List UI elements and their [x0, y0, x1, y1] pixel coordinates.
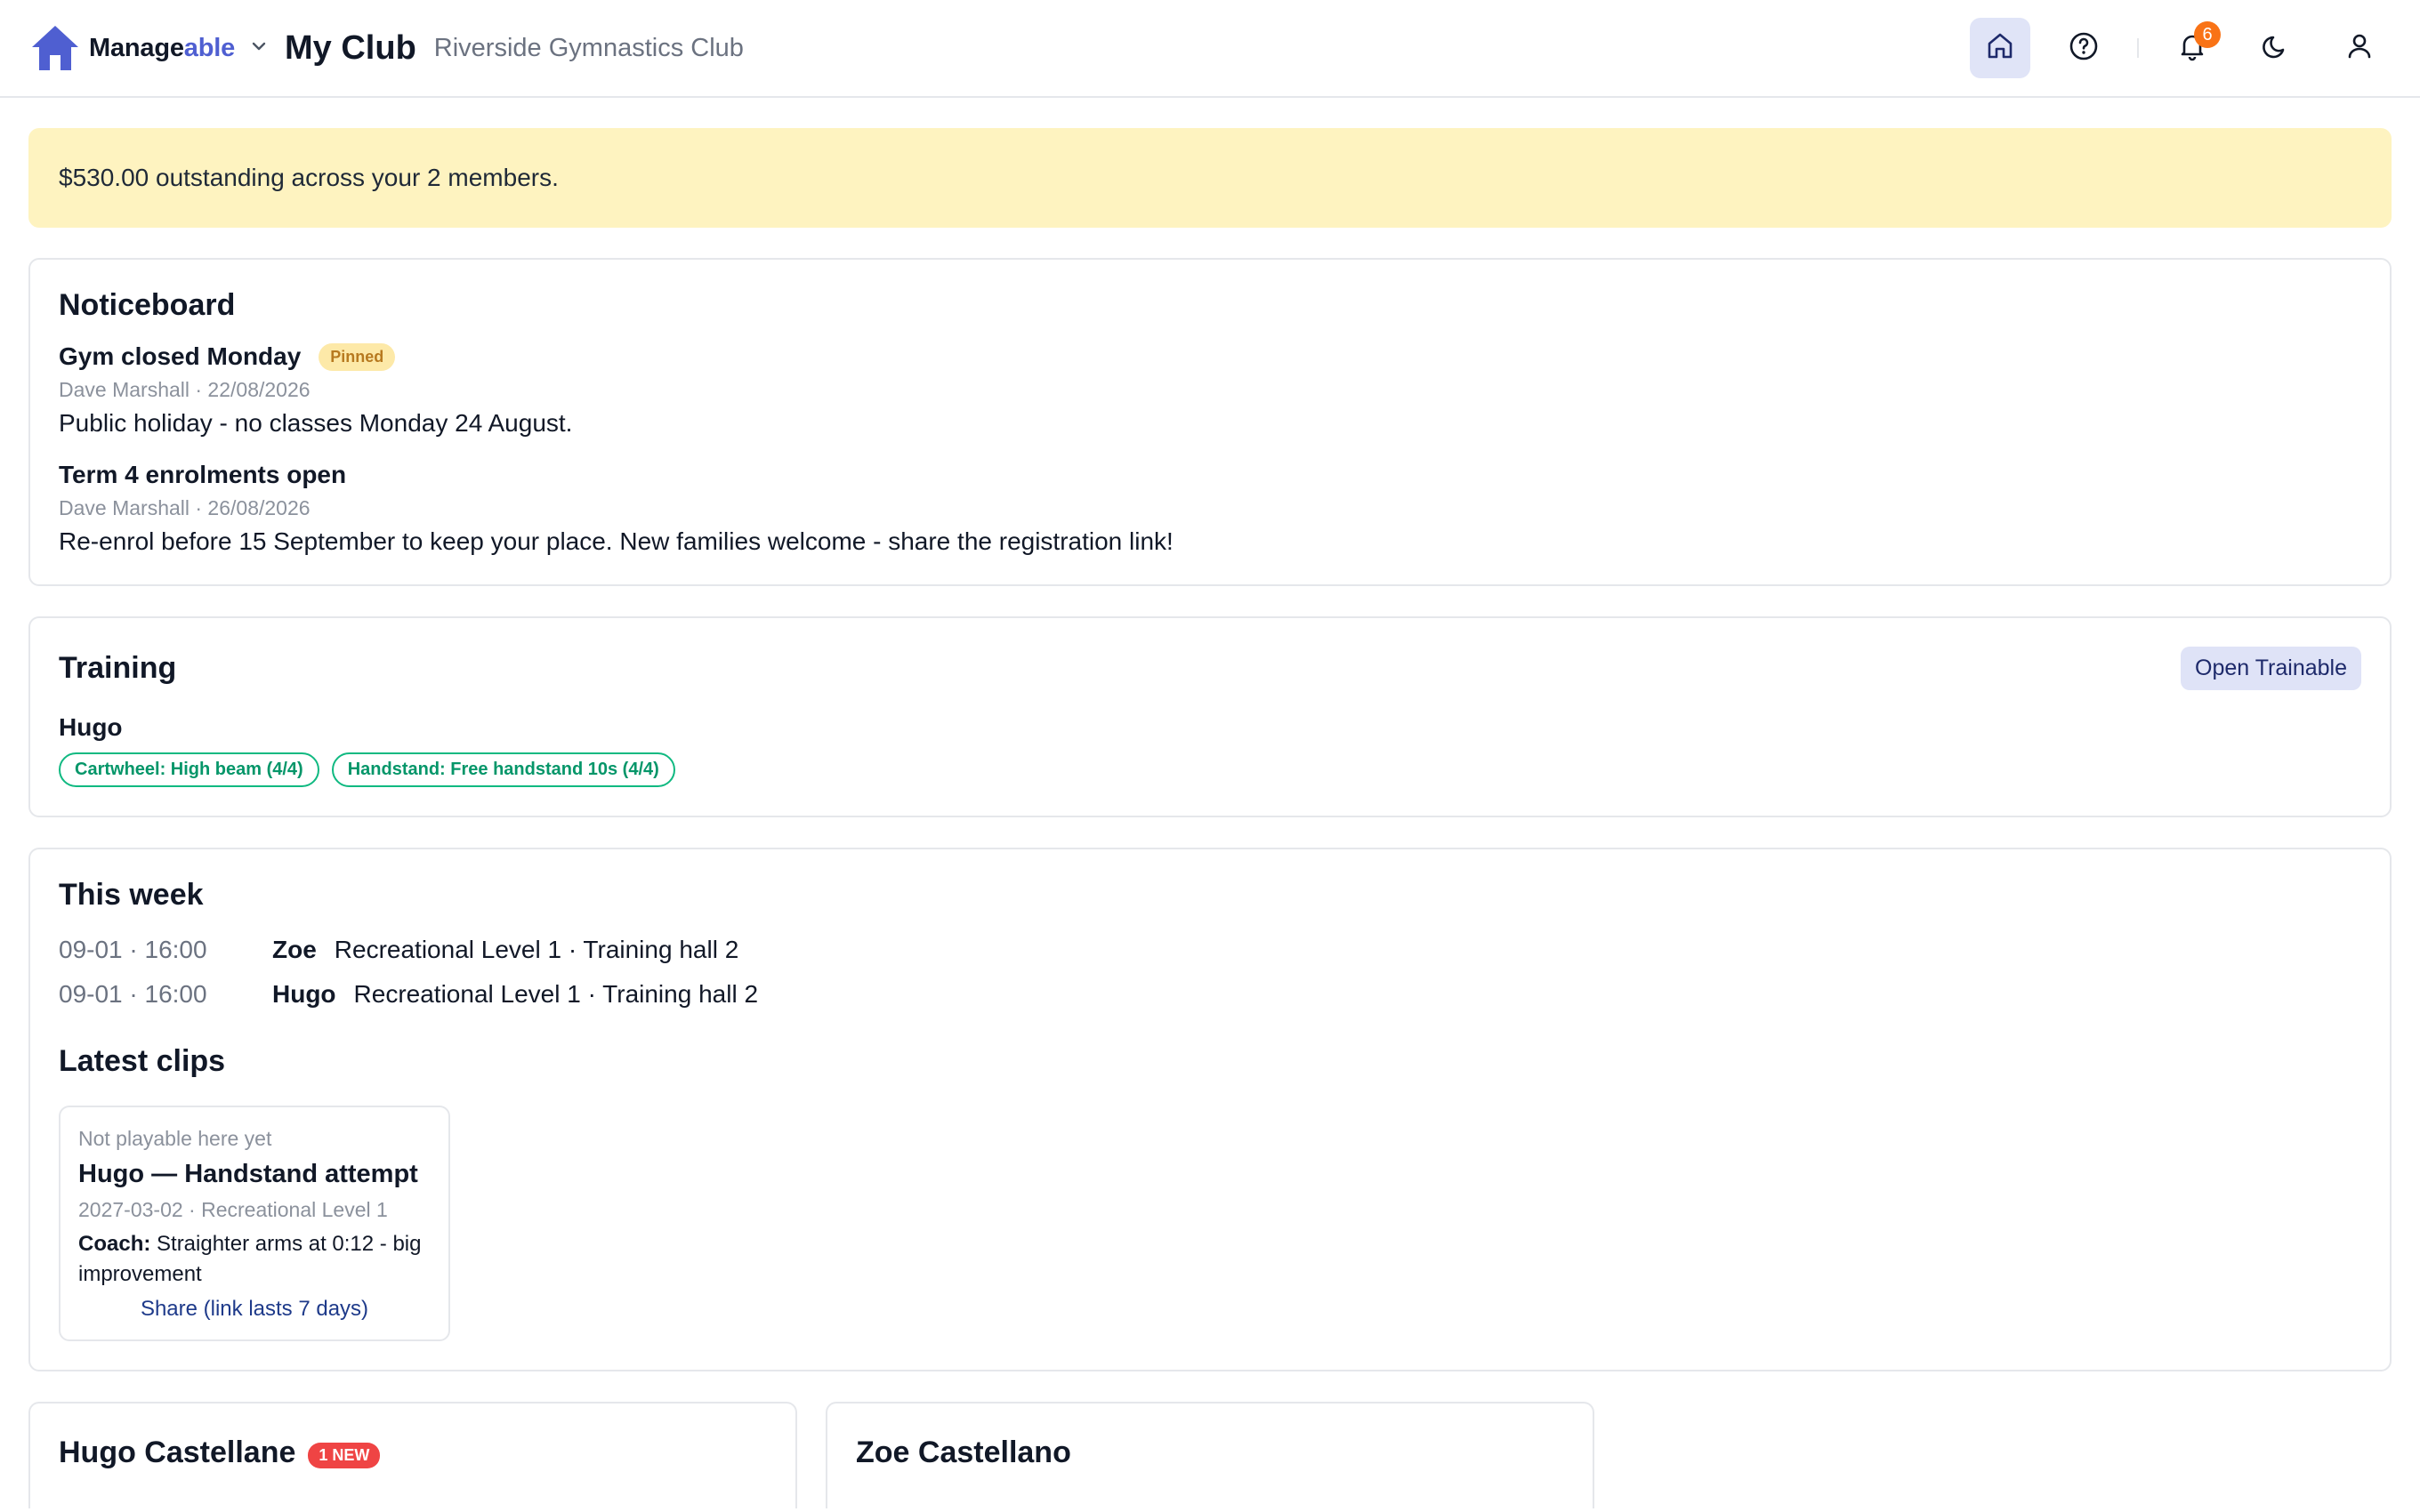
notice-item: Term 4 enrolments open Dave Marshall · 2… [59, 461, 2361, 556]
latest-clips-title: Latest clips [59, 1044, 226, 1078]
brand-name: Manageable [89, 34, 235, 63]
brand-name-suffix: able [183, 33, 236, 62]
session-description: Recreational Level 1 · Training hall 2 [353, 980, 759, 1008]
notification-count-badge: 6 [2194, 21, 2221, 48]
skill-tags: Cartwheel: High beam (4/4) Handstand: Fr… [59, 752, 2361, 787]
this-week-card: This week 09-01 · 16:00 Zoe Recreational… [28, 848, 2392, 1371]
session-row: 09-01 · 16:00 Zoe Recreational Level 1 ·… [59, 936, 2361, 964]
clip-card: Not playable here yet Hugo — Handstand a… [59, 1106, 450, 1341]
coach-label: Coach: [78, 1232, 151, 1256]
account-button[interactable] [2329, 18, 2390, 78]
home-button[interactable] [1970, 18, 2030, 78]
session-list: 09-01 · 16:00 Zoe Recreational Level 1 ·… [59, 936, 2361, 1009]
clip-coach-note: Coach: Straighter arms at 0:12 - big imp… [78, 1229, 431, 1290]
trainee-name: Hugo [59, 713, 123, 741]
chevron-down-icon [249, 36, 269, 60]
home-icon [1984, 30, 2016, 67]
skill-tag: Handstand: Free handstand 10s (4/4) [331, 752, 675, 787]
noticeboard-title: Noticeboard [59, 288, 236, 322]
top-bar: Manageable My Club Riverside Gymnastics … [0, 0, 2420, 98]
training-title: Training [59, 651, 177, 685]
session-time: 09-01 · 16:00 [59, 936, 207, 963]
moon-icon [2260, 30, 2292, 67]
member-name: Zoe Castellano [856, 1436, 1071, 1469]
open-trainable-button[interactable]: Open Trainable [2181, 647, 2361, 690]
session-description: Recreational Level 1 · Training hall 2 [334, 936, 739, 963]
session-row: 09-01 · 16:00 Hugo Recreational Level 1 … [59, 980, 2361, 1009]
skill-tag: Cartwheel: High beam (4/4) [59, 752, 319, 787]
training-card: Training Open Trainable Hugo Cartwheel: … [28, 616, 2392, 817]
brand-name-prefix: Manage [89, 33, 184, 62]
help-icon [2068, 30, 2100, 67]
outstanding-balance-alert: $530.00 outstanding across your 2 member… [28, 128, 2392, 228]
alert-text: $530.00 outstanding across your 2 member… [59, 164, 559, 191]
notice-meta: Dave Marshall · 26/08/2026 [59, 496, 311, 519]
member-card[interactable]: Zoe Castellano [826, 1402, 1594, 1508]
notice-meta: Dave Marshall · 22/08/2026 [59, 378, 311, 401]
header-divider [2137, 38, 2139, 58]
member-name: Hugo Castellane [59, 1436, 296, 1469]
clip-title: Hugo — Handstand attempt [78, 1160, 418, 1188]
member-cards: Hugo Castellane 1 NEW Zoe Castellano [28, 1402, 2392, 1508]
session-member: Zoe [272, 936, 317, 963]
header-actions: 6 [1970, 18, 2390, 78]
page-title: My Club [285, 28, 416, 67]
share-clip-link[interactable]: Share (link lasts 7 days) [78, 1297, 431, 1322]
clip-meta: 2027-03-02 · Recreational Level 1 [78, 1198, 388, 1221]
member-card[interactable]: Hugo Castellane 1 NEW [28, 1402, 797, 1508]
notice-title: Gym closed Monday [59, 342, 302, 370]
notice-title: Term 4 enrolments open [59, 461, 347, 488]
theme-toggle-button[interactable] [2246, 18, 2306, 78]
notifications-button[interactable]: 6 [2162, 18, 2222, 78]
notice-item: Gym closed Monday Pinned Dave Marshall ·… [59, 342, 2361, 438]
notice-body: Re-enrol before 15 September to keep you… [59, 527, 1174, 555]
session-member: Hugo [272, 980, 336, 1008]
new-badge: 1 NEW [308, 1443, 381, 1468]
noticeboard-card: Noticeboard Gym closed Monday Pinned Dav… [28, 258, 2392, 586]
pinned-badge: Pinned [319, 342, 396, 371]
help-button[interactable] [2053, 18, 2114, 78]
brand-switcher[interactable]: Manageable [30, 23, 285, 73]
main-content: $530.00 outstanding across your 2 member… [28, 128, 2392, 1508]
user-icon [2343, 30, 2376, 67]
clip-status: Not playable here yet [78, 1127, 272, 1150]
this-week-title: This week [59, 878, 204, 912]
club-name: Riverside Gymnastics Club [433, 33, 744, 62]
home-logo-icon [30, 23, 80, 73]
notice-body: Public holiday - no classes Monday 24 Au… [59, 409, 573, 437]
session-time: 09-01 · 16:00 [59, 980, 207, 1008]
